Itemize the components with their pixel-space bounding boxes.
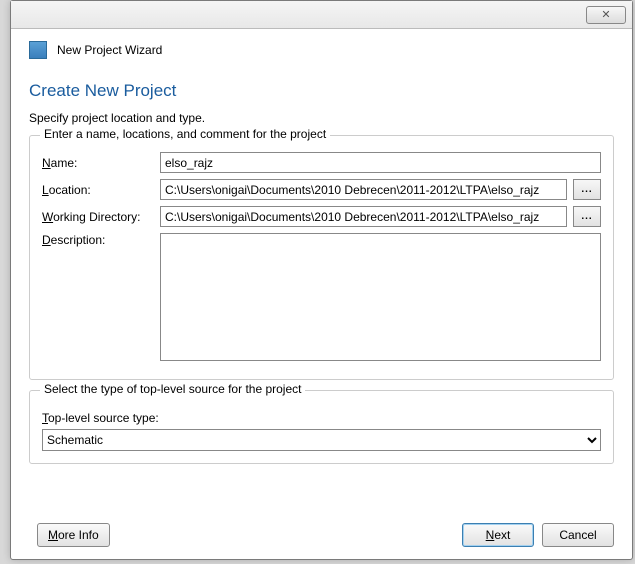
project-info-legend: Enter a name, locations, and comment for… <box>40 127 330 141</box>
workdir-label: Working Directory: <box>42 210 154 224</box>
wizard-window: ✕ New Project Wizard Create New Project … <box>10 0 633 560</box>
description-row: Description: <box>42 233 601 361</box>
wizard-header: New Project Wizard <box>11 29 632 67</box>
wizard-title: New Project Wizard <box>57 43 162 57</box>
source-type-group: Select the type of top-level source for … <box>29 390 614 464</box>
workdir-row: Working Directory: ... <box>42 206 601 227</box>
ellipsis-icon: ... <box>581 184 592 195</box>
close-icon: ✕ <box>601 8 610 21</box>
next-button[interactable]: Next <box>462 523 534 547</box>
wizard-content: Create New Project Specify project locat… <box>11 67 632 464</box>
wizard-icon <box>29 41 47 59</box>
source-type-legend: Select the type of top-level source for … <box>40 382 305 396</box>
ellipsis-icon: ... <box>581 211 592 222</box>
name-row: Name: <box>42 152 601 173</box>
titlebar: ✕ <box>11 1 632 29</box>
location-input[interactable] <box>160 179 567 200</box>
wizard-footer: More Info Next Cancel <box>11 511 632 559</box>
more-info-button[interactable]: More Info <box>37 523 110 547</box>
description-label: Description: <box>42 233 154 247</box>
description-input[interactable] <box>160 233 601 361</box>
close-button[interactable]: ✕ <box>586 6 626 24</box>
location-row: Location: ... <box>42 179 601 200</box>
workdir-browse-button[interactable]: ... <box>573 206 601 227</box>
source-type-label: Top-level source type: <box>42 411 601 425</box>
project-info-group: Enter a name, locations, and comment for… <box>29 135 614 380</box>
page-subtitle: Specify project location and type. <box>29 111 614 125</box>
page-title: Create New Project <box>29 81 614 101</box>
location-browse-button[interactable]: ... <box>573 179 601 200</box>
workdir-input[interactable] <box>160 206 567 227</box>
source-type-select[interactable]: Schematic <box>42 429 601 451</box>
location-label: Location: <box>42 183 154 197</box>
name-input[interactable] <box>160 152 601 173</box>
name-label: Name: <box>42 156 154 170</box>
cancel-button[interactable]: Cancel <box>542 523 614 547</box>
